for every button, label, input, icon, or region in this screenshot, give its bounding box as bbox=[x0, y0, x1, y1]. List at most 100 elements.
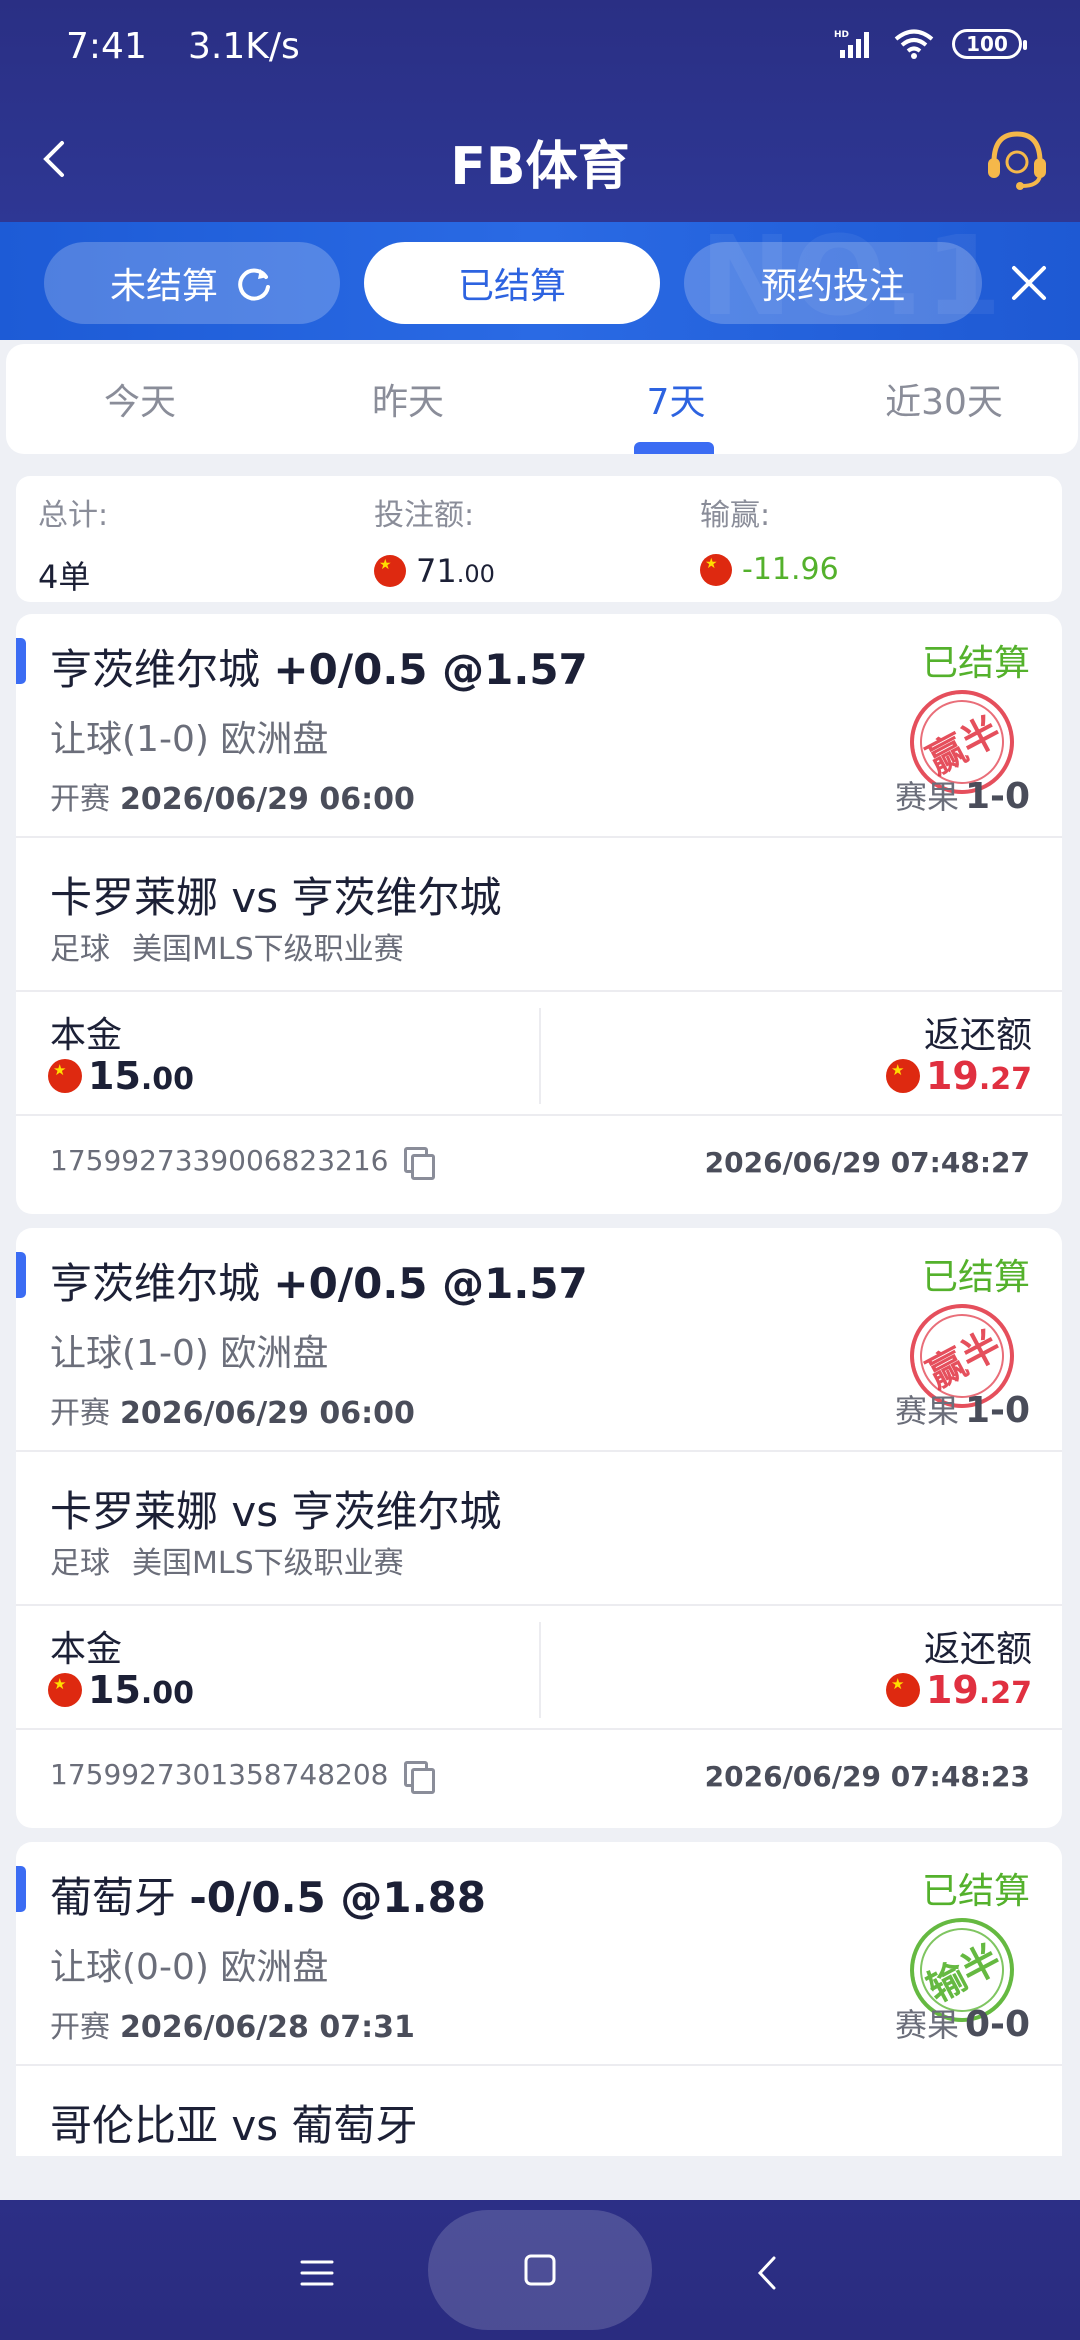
sport-name: 足球 bbox=[50, 932, 110, 967]
summary-total: 总计: 4单 bbox=[38, 490, 108, 598]
bet-odds: -0/0.5 @1.88 bbox=[189, 1873, 487, 1922]
kickoff-value: 2026/06/29 06:00 bbox=[120, 782, 415, 817]
kickoff-label: 开赛 bbox=[50, 2010, 110, 2045]
total-label: 总计: bbox=[38, 498, 109, 533]
tab-unsettled-label: 未结算 bbox=[109, 266, 218, 307]
cny-flag-icon bbox=[885, 1673, 920, 1707]
bet-team: 亨茨维尔城 bbox=[50, 1259, 261, 1308]
kickoff-value: 2026/06/28 07:31 bbox=[120, 2010, 415, 2045]
league-info: 足球 美国MLS下级职业赛 bbox=[50, 1538, 404, 1582]
copy-icon[interactable] bbox=[404, 1146, 436, 1180]
network-speed: 3.1K/s bbox=[188, 26, 300, 67]
sport-name: 足球 bbox=[50, 1546, 110, 1581]
league-name: 美国MLS下级职业赛 bbox=[132, 1546, 404, 1581]
payout-amount: 19.27 bbox=[885, 1054, 1032, 1098]
principal-dec: .00 bbox=[140, 1062, 195, 1097]
divider bbox=[16, 1114, 1062, 1116]
bet-market: 让球(0-0) 欧洲盘 bbox=[50, 1947, 329, 1988]
copy-icon[interactable] bbox=[404, 1760, 436, 1794]
summary-stake: 投注额: 71.00 bbox=[374, 490, 495, 590]
bet-market: 让球(1-0) 欧洲盘 bbox=[50, 719, 329, 760]
match-result: 赛果 1-0 bbox=[895, 1386, 1030, 1432]
bet-odds: +0/0.5 @1.57 bbox=[273, 1259, 588, 1308]
battery-level: 100 bbox=[966, 32, 1008, 56]
bet-selection: 葡萄牙 -0/0.5 @1.88 bbox=[50, 1864, 486, 1925]
result-value: 1-0 bbox=[964, 776, 1030, 817]
match-teams: 卡罗莱娜 vs 亨茨维尔城 bbox=[50, 873, 502, 922]
bet-odds: +0/0.5 @1.57 bbox=[273, 645, 588, 694]
customer-service-icon[interactable] bbox=[980, 122, 1054, 196]
signal-icon: HD bbox=[834, 30, 869, 58]
match-result: 赛果 0-0 bbox=[895, 2000, 1030, 2046]
tab-scheduled-bets[interactable]: 预约投注 bbox=[684, 242, 982, 324]
order-id-row: 1759927301358748208 bbox=[50, 1758, 436, 1794]
tab-settled[interactable]: 已结算 bbox=[364, 242, 660, 324]
menu-icon[interactable] bbox=[292, 2248, 342, 2298]
stake-int: 71 bbox=[416, 552, 457, 590]
stake-label: 投注额: bbox=[374, 498, 475, 533]
match-result: 赛果 1-0 bbox=[895, 772, 1030, 818]
kickoff-label: 开赛 bbox=[50, 1396, 110, 1431]
winloss-amount: -11.96 bbox=[742, 552, 839, 587]
day-tab-yesterday[interactable]: 昨天 bbox=[274, 344, 542, 454]
day-tab-today[interactable]: 今天 bbox=[6, 344, 274, 454]
result-value: 1-0 bbox=[964, 1390, 1030, 1431]
league-name: 美国MLS下级职业赛 bbox=[132, 932, 404, 967]
bet-status: 已结算 bbox=[921, 1871, 1030, 1912]
kickoff-time: 开赛 2026/06/28 07:31 bbox=[50, 2002, 415, 2046]
tab-scheduled-label: 预约投注 bbox=[760, 266, 905, 307]
system-navigation-bar bbox=[0, 2200, 1080, 2340]
order-id-row: 1759927339006823216 bbox=[50, 1144, 436, 1180]
kickoff-time: 开赛 2026/06/29 06:00 bbox=[50, 1388, 415, 1432]
divider bbox=[16, 990, 1062, 992]
league-info: 足球 美国MLS下级职业赛 bbox=[50, 924, 404, 968]
tab-settled-label: 已结算 bbox=[457, 266, 566, 307]
kickoff-time: 开赛 2026/06/29 06:00 bbox=[50, 774, 415, 818]
wifi-icon bbox=[894, 29, 934, 59]
navigation-bar: FB体育 bbox=[0, 96, 1080, 222]
status-time: 7:41 bbox=[66, 26, 147, 67]
principal-amount: 15.00 bbox=[48, 1668, 194, 1712]
bet-card[interactable]: 亨茨维尔城 +0/0.5 @1.57 已结算 让球(1-0) 欧洲盘 开赛 202… bbox=[16, 614, 1062, 1214]
date-range-tabs: 今天 昨天 7天 近30天 bbox=[6, 344, 1078, 454]
payout-int: 19 bbox=[925, 1054, 979, 1098]
back-nav-icon[interactable] bbox=[744, 2248, 794, 2298]
match-teams: 卡罗莱娜 vs 亨茨维尔城 bbox=[50, 1487, 502, 1536]
principal-int: 15 bbox=[88, 1054, 141, 1098]
principal-amount: 15.00 bbox=[48, 1054, 194, 1098]
status-bar: 7:41 3.1K/s HD 100 bbox=[0, 0, 1080, 96]
card-accent bbox=[16, 1252, 26, 1298]
bet-team: 葡萄牙 bbox=[50, 1873, 177, 1922]
active-tab-indicator bbox=[634, 442, 714, 454]
svg-text:HD: HD bbox=[834, 30, 849, 40]
total-value: 4单 bbox=[38, 558, 91, 596]
tab-unsettled[interactable]: 未结算 bbox=[44, 242, 340, 324]
home-button[interactable] bbox=[428, 2210, 652, 2330]
settlement-tab-bar: NO.1 未结算 已结算 预约投注 bbox=[0, 222, 1080, 340]
divider bbox=[16, 1604, 1062, 1606]
cny-flag-icon bbox=[374, 555, 406, 587]
page-title: FB体育 bbox=[450, 137, 630, 197]
principal-int: 15 bbox=[88, 1668, 141, 1712]
card-accent bbox=[16, 638, 26, 684]
order-id: 1759927301358748208 bbox=[50, 1758, 389, 1791]
kickoff-value: 2026/06/29 06:00 bbox=[120, 1396, 415, 1431]
principal-label: 本金 bbox=[50, 1629, 123, 1670]
divider bbox=[16, 2064, 1062, 2066]
day-tab-7days[interactable]: 7天 bbox=[542, 344, 810, 454]
bet-card[interactable]: 葡萄牙 -0/0.5 @1.88 已结算 让球(0-0) 欧洲盘 开赛 2026/… bbox=[16, 1842, 1062, 2156]
day-tab-30days[interactable]: 近30天 bbox=[810, 344, 1078, 454]
refresh-icon[interactable] bbox=[234, 263, 274, 303]
close-icon[interactable] bbox=[996, 250, 1062, 316]
bet-team: 亨茨维尔城 bbox=[50, 645, 261, 694]
stake-value: 71.00 bbox=[374, 552, 495, 590]
summary-winloss: 输赢: -11.96 bbox=[700, 490, 839, 587]
payout-dec: .27 bbox=[978, 1062, 1032, 1097]
bet-status: 已结算 bbox=[921, 643, 1030, 684]
bet-market: 让球(1-0) 欧洲盘 bbox=[50, 1333, 329, 1374]
column-divider bbox=[539, 1008, 541, 1104]
payout-label: 返还额 bbox=[923, 1015, 1032, 1056]
bet-card[interactable]: 亨茨维尔城 +0/0.5 @1.57 已结算 让球(1-0) 欧洲盘 开赛 202… bbox=[16, 1228, 1062, 1828]
settled-time: 2026/06/29 07:48:23 bbox=[704, 1760, 1030, 1793]
result-value: 0-0 bbox=[964, 2004, 1030, 2045]
